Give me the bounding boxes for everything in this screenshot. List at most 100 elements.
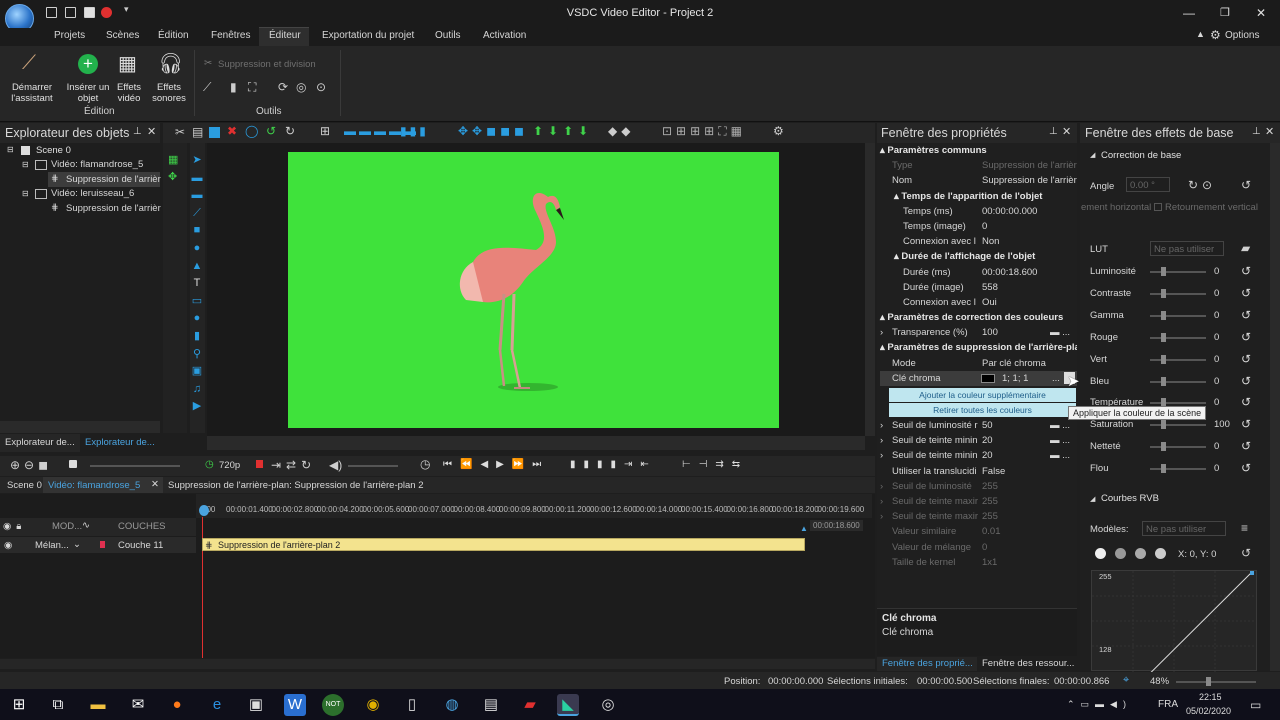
chroma-more-button[interactable]: ... — [1052, 371, 1060, 386]
remove-colors-button[interactable]: Retirer toutes les couleurs — [889, 403, 1076, 417]
flip-horizontal-checkbox[interactable]: ement horizontal — [1081, 202, 1151, 213]
effect-slider-track[interactable] — [1150, 446, 1206, 449]
effect-slider-knob[interactable] — [1161, 288, 1166, 298]
tree-item-effect[interactable]: Suppression de l'arrièr — [66, 203, 161, 214]
effect-slider-track[interactable] — [1150, 336, 1206, 339]
list-icon[interactable]: ≡ — [1241, 521, 1248, 535]
effect-slider-value[interactable]: 0 — [1214, 376, 1219, 387]
layer-blend-mode[interactable]: Mélan... — [35, 540, 69, 551]
effect-slider-track[interactable] — [1150, 358, 1206, 361]
options-button[interactable]: Options — [1225, 30, 1259, 41]
redo-icon[interactable]: ↻ — [285, 124, 295, 138]
insert-tools-icons[interactable]: ▦ ✥ — [168, 152, 178, 186]
close-panel-icon[interactable]: ✕ — [147, 125, 156, 138]
explorer-scrollbar[interactable] — [0, 421, 160, 433]
reset-icon[interactable]: ↺ — [1241, 264, 1251, 278]
section-expand-icon[interactable]: ▴ — [894, 191, 899, 202]
section-expand-icon[interactable]: ▴ — [894, 251, 899, 262]
word-icon[interactable]: W — [284, 694, 306, 716]
effect-slider-track[interactable] — [1150, 314, 1206, 317]
effect-slider-knob[interactable] — [1161, 354, 1166, 364]
effect-slider-knob[interactable] — [1161, 332, 1166, 342]
flip-vertical-checkbox[interactable]: Retournement vertical — [1165, 202, 1258, 213]
playhead-handle[interactable] — [199, 505, 209, 516]
row-expand-icon[interactable]: › — [880, 448, 883, 463]
section-common[interactable]: Paramètres communs — [887, 145, 986, 156]
tree-collapse-icon[interactable]: ⊟ — [22, 160, 29, 169]
status-zoom-knob[interactable] — [1206, 677, 1211, 686]
tree-item-effect[interactable]: Suppression de l'arrièr — [66, 174, 161, 185]
row-expand-icon[interactable]: › — [880, 418, 883, 433]
reset-icon[interactable]: ↺ — [1241, 395, 1251, 409]
cut-icon[interactable]: ✂ — [175, 125, 185, 139]
effect-slider-track[interactable] — [1150, 292, 1206, 295]
start-assistant-button[interactable]: Démarrer l'assistant — [4, 82, 60, 104]
row-expand-icon[interactable]: › — [880, 433, 883, 448]
effect-slider-knob[interactable] — [1161, 376, 1166, 386]
menu-editeur[interactable]: Éditeur — [269, 30, 301, 41]
visibility-lock-icons[interactable]: ◉🔒︎ — [3, 521, 26, 532]
menu-scenes[interactable]: Scènes — [106, 30, 139, 41]
task-view-icon[interactable]: ⧉ — [47, 694, 69, 716]
menu-projets[interactable]: Projets — [54, 30, 85, 41]
split-button[interactable]: Suppression et division — [218, 59, 316, 70]
status-zoom-slider[interactable] — [1176, 681, 1256, 683]
grid-icons[interactable]: ⊡⊞⊞⊞⛶▦ — [662, 124, 746, 139]
slider-icon[interactable]: ▬ ... — [1050, 325, 1070, 340]
effect-slider-value[interactable]: 100 — [1214, 419, 1230, 430]
edit-icons[interactable]: ⊢⊣⇉⇆ — [682, 459, 748, 470]
row-expand-icon[interactable]: › — [880, 325, 883, 340]
tool-speed-icon[interactable]: ◎ — [296, 80, 306, 94]
pdf-icon[interactable]: ▰ — [519, 694, 541, 716]
effect-slider-value[interactable]: 0 — [1214, 310, 1219, 321]
curve-channel-red[interactable] — [1115, 548, 1126, 559]
section-expand-icon[interactable]: ▴ — [880, 145, 885, 156]
reset-icon[interactable]: ↺ — [1241, 374, 1251, 388]
section-color-correction[interactable]: Paramètres de correction des couleurs — [887, 312, 1063, 323]
transport-icons[interactable]: ⏮⏪◀▶⏩⏭ — [443, 459, 549, 470]
prop-time-ms-value[interactable]: 00:00:00.000 — [982, 204, 1037, 219]
prop-name-value[interactable]: Suppression de l'arrièr — [982, 173, 1077, 188]
layer-visibility-icon[interactable]: ◉ — [4, 540, 12, 551]
effect-slider-value[interactable]: 0 — [1214, 354, 1219, 365]
firefox-icon[interactable]: ● — [166, 694, 188, 716]
prop-time-img-value[interactable]: 0 — [982, 219, 987, 234]
preview-hscrollbar[interactable] — [207, 436, 865, 450]
pin-icon[interactable]: ⊥ — [133, 126, 142, 137]
gear-icon[interactable]: ⚙ — [1210, 28, 1221, 42]
pin-icon[interactable]: ⊥ — [1049, 126, 1058, 137]
add-color-button[interactable]: Ajouter la couleur supplémentaire — [889, 388, 1076, 402]
prop-mode-value[interactable]: Par clé chroma — [982, 356, 1046, 371]
prop-conn1-value[interactable]: Non — [982, 234, 999, 249]
tool-crop-icon[interactable]: ⟋ — [203, 80, 211, 95]
distribute-icons[interactable]: ▮▮▮ — [400, 124, 429, 138]
video-effects-button[interactable]: Effets vidéo — [108, 82, 150, 104]
delete-icon[interactable]: ✖ — [227, 124, 237, 138]
rgb-curves-section[interactable]: Courbes RVB — [1101, 493, 1159, 504]
tree-item-scene[interactable]: Scene 0 — [36, 145, 71, 156]
playback-mode-icons[interactable]: ⇥⇄↻ — [271, 458, 316, 472]
paste-icon[interactable] — [209, 127, 220, 138]
prop-transparence-value[interactable]: 100 — [982, 325, 998, 340]
section-bg-removal[interactable]: Paramètres de suppression de l'arrière-p… — [887, 342, 1077, 353]
basic-correction-section[interactable]: Correction de base — [1101, 150, 1181, 161]
video-preview-frame[interactable] — [288, 152, 779, 428]
fit-icon[interactable]: ⊞ — [320, 124, 330, 138]
document-icon[interactable]: ▯ — [401, 694, 423, 716]
preview-vscrollbar[interactable] — [865, 143, 875, 436]
not-app-icon[interactable]: NOT — [322, 694, 344, 716]
position-icons[interactable]: ✥✥◼◼◼ — [458, 124, 528, 138]
curve-channel-green[interactable] — [1135, 548, 1146, 559]
tray-icons[interactable]: ⌃▭▬◀) — [1067, 699, 1132, 710]
lut-select[interactable]: Ne pas utiliser — [1150, 241, 1224, 256]
reset-icon[interactable]: ↺ — [1241, 330, 1251, 344]
section-collapse-icon[interactable]: ◢ — [1090, 495, 1095, 503]
menu-edition[interactable]: Édition — [158, 30, 189, 41]
section-expand-icon[interactable]: ▴ — [880, 342, 885, 353]
effect-slider-knob[interactable] — [1161, 310, 1166, 320]
prop-translucency-value[interactable]: False — [982, 464, 1005, 479]
reset-icon[interactable]: ↺ — [1241, 461, 1251, 475]
tab-resource-explorer-label[interactable]: Explorateur de... — [85, 437, 155, 448]
preview-quality-value[interactable]: 720p — [219, 460, 240, 471]
browser-icon[interactable]: ◍ — [441, 694, 463, 716]
